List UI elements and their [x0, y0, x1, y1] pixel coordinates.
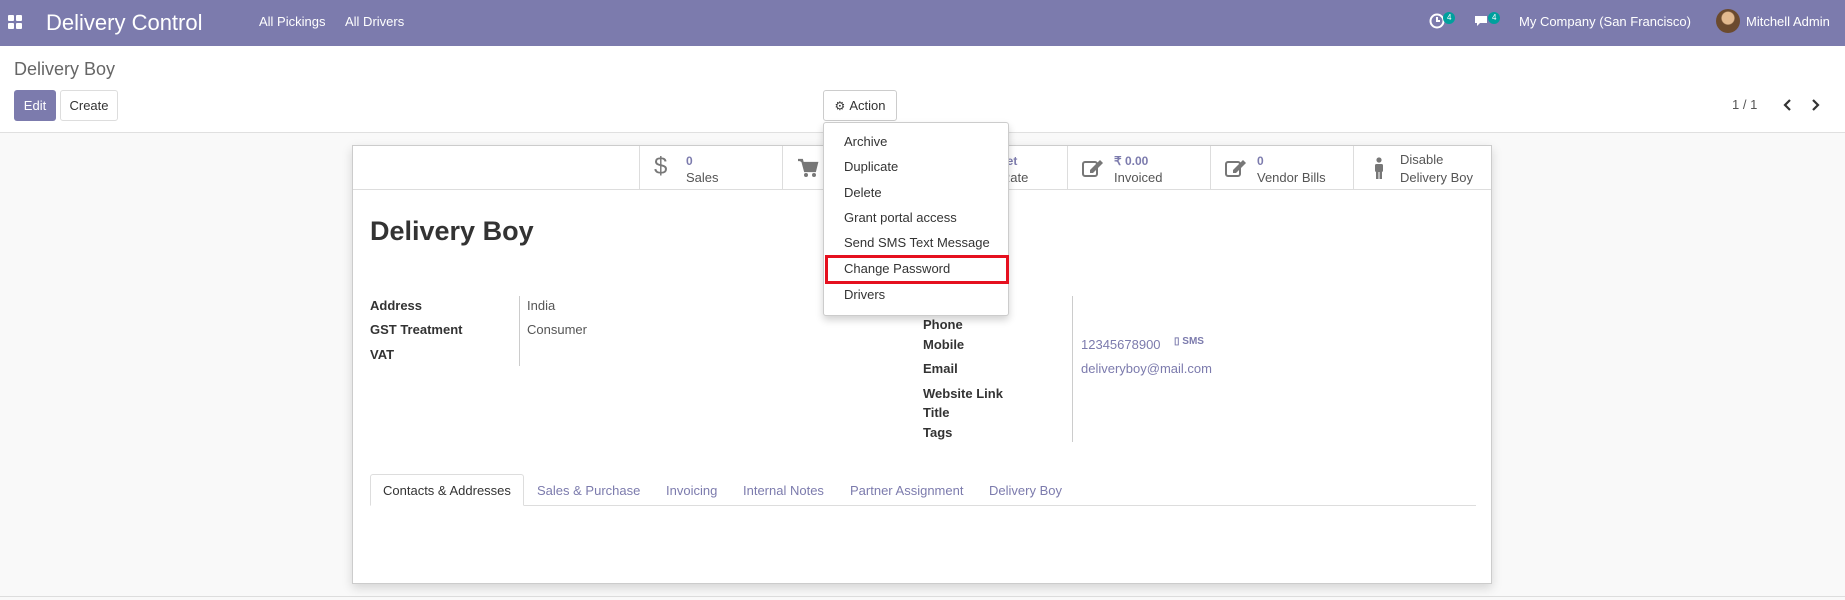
email-value[interactable]: deliveryboy@mail.com: [1081, 361, 1212, 376]
pager-counter[interactable]: 1 / 1: [1732, 97, 1757, 112]
sms-label: SMS: [1182, 336, 1204, 347]
mobile-label: Mobile: [923, 337, 965, 352]
tab-sales-purchase[interactable]: Sales & Purchase: [537, 474, 640, 506]
stat-button-vendor-bills[interactable]: 0 Vendor Bills: [1210, 146, 1353, 190]
menu-item-archive[interactable]: Archive: [844, 134, 887, 149]
phone-label: Phone: [923, 317, 963, 332]
action-button-label: Action: [849, 98, 886, 113]
pager-next-icon[interactable]: [1809, 98, 1821, 115]
gear-icon: ⚙: [834, 98, 846, 113]
email-label: Email: [923, 361, 958, 376]
menu-item-drivers[interactable]: Drivers: [844, 287, 885, 302]
create-button[interactable]: Create: [60, 90, 118, 121]
gst-treatment-label: GST Treatment: [370, 322, 463, 337]
menu-item-delete[interactable]: Delete: [844, 185, 882, 200]
tab-invoicing[interactable]: Invoicing: [666, 474, 717, 506]
pager-previous-icon[interactable]: [1782, 98, 1794, 115]
menu-item-send-sms[interactable]: Send SMS Text Message: [844, 235, 990, 250]
stat-sales-label: Sales: [686, 170, 719, 185]
messages-badge: 4: [1488, 12, 1501, 24]
activity-badge: 4: [1443, 12, 1456, 24]
action-button[interactable]: ⚙ Action: [823, 90, 897, 121]
website-link-label: Website Link: [923, 386, 1003, 401]
edit-bill-icon: [1225, 160, 1246, 177]
left-group-divider: [519, 296, 520, 366]
user-menu[interactable]: Mitchell Admin: [1746, 14, 1830, 29]
apps-menu-icon[interactable]: [8, 15, 22, 29]
stat-button-disable[interactable]: Disable Delivery Boy: [1353, 146, 1491, 190]
action-dropdown-menu: Archive Duplicate Delete Grant portal ac…: [823, 122, 1009, 316]
user-avatar[interactable]: [1716, 9, 1740, 33]
dollar-icon: $: [654, 153, 668, 180]
company-switcher[interactable]: My Company (San Francisco): [1519, 14, 1691, 29]
mobile-phone-icon: ▯: [1174, 336, 1180, 347]
stat-disable-line2: Delivery Boy: [1400, 170, 1473, 185]
stat-vendor-bills-label: Vendor Bills: [1257, 170, 1326, 185]
tab-delivery-boy[interactable]: Delivery Boy: [989, 474, 1062, 506]
stat-vendor-bills-value: 0: [1257, 154, 1264, 168]
sms-button[interactable]: ▯ SMS: [1174, 336, 1204, 347]
vat-label: VAT: [370, 347, 395, 362]
right-group-divider: [1072, 296, 1073, 442]
menu-item-duplicate[interactable]: Duplicate: [844, 159, 898, 174]
gst-treatment-value[interactable]: Consumer: [527, 322, 587, 337]
tab-internal-notes[interactable]: Internal Notes: [743, 474, 824, 506]
cart-icon: [798, 158, 819, 177]
edit-button[interactable]: Edit: [14, 90, 56, 121]
top-navbar: Delivery Control All Pickings All Driver…: [0, 0, 1845, 46]
stat-sales-value: 0: [686, 154, 693, 168]
stat-button-invoiced[interactable]: ₹ 0.00 Invoiced: [1067, 146, 1210, 190]
stat-button-sales[interactable]: $ 0 Sales: [639, 146, 782, 190]
tags-label: Tags: [923, 425, 953, 440]
menu-all-drivers[interactable]: All Drivers: [345, 14, 404, 29]
address-label: Address: [370, 298, 423, 313]
stat-invoiced-label: Invoiced: [1114, 170, 1163, 185]
bottom-divider: [0, 596, 1845, 597]
menu-item-grant-portal-access[interactable]: Grant portal access: [844, 210, 957, 225]
tab-contacts-addresses[interactable]: Contacts & Addresses: [370, 474, 524, 506]
menu-all-pickings[interactable]: All Pickings: [259, 14, 325, 29]
stat-invoiced-value: ₹ 0.00: [1114, 154, 1149, 168]
mobile-value[interactable]: 12345678900: [1081, 337, 1161, 352]
notebook-tabs: Contacts & Addresses Sales & Purchase In…: [370, 474, 1476, 506]
edit-invoice-icon: [1082, 160, 1103, 177]
stat-disable-line1: Disable: [1400, 152, 1444, 167]
address-value[interactable]: India: [527, 298, 555, 313]
person-icon: [1375, 157, 1383, 179]
breadcrumb: Delivery Boy: [14, 59, 116, 79]
app-title[interactable]: Delivery Control: [46, 10, 203, 36]
menu-item-change-password[interactable]: Change Password: [844, 261, 950, 276]
tab-partner-assignment[interactable]: Partner Assignment: [850, 474, 963, 506]
partner-name[interactable]: Delivery Boy: [370, 216, 534, 247]
title-label: Title: [923, 405, 950, 420]
